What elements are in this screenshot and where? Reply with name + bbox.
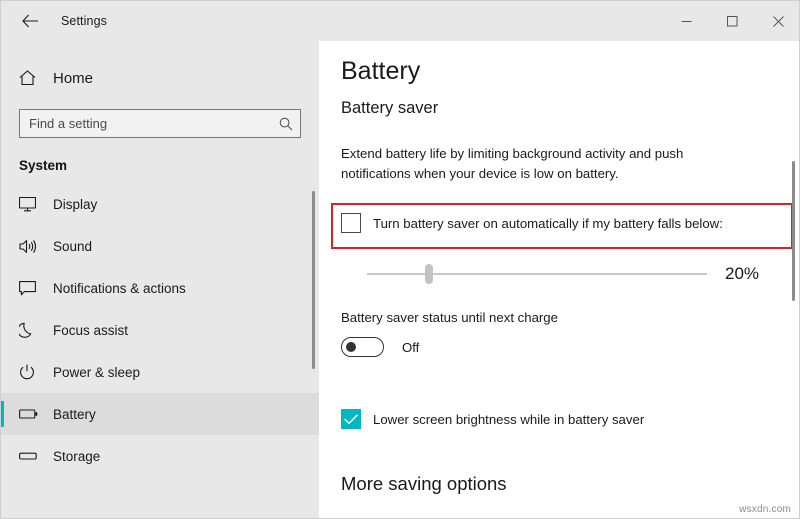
home-icon [19,70,45,86]
sidebar-section-title: System [19,158,319,173]
sidebar-nav-list: Display Sound [1,183,319,477]
auto-battery-saver-checkbox-row[interactable]: Turn battery saver on automatically if m… [341,213,723,233]
lower-brightness-checkbox-row[interactable]: Lower screen brightness while in battery… [341,409,644,429]
battery-saver-toggle[interactable] [341,337,384,357]
moon-icon [19,322,43,338]
sidebar-item-sound[interactable]: Sound [1,225,319,267]
sidebar-item-focus-assist-label: Focus assist [53,323,128,338]
slider-value-label: 20% [725,264,759,284]
sidebar-item-storage-label: Storage [53,449,100,464]
back-arrow-icon [22,14,39,28]
page-title: Battery [341,57,420,86]
settings-window: Settings [0,0,800,519]
sidebar-item-home[interactable]: Home [1,61,319,95]
watermark: wsxdn.com [739,504,791,515]
maximize-button[interactable] [709,1,755,41]
main-content: Battery Battery saver Extend battery lif… [319,41,800,519]
sidebar-item-focus-assist[interactable]: Focus assist [1,309,319,351]
auto-battery-saver-label: Turn battery saver on automatically if m… [373,216,723,231]
sidebar: Home System Display [1,41,319,519]
checkmark-icon [344,414,358,425]
slider-thumb[interactable] [425,264,433,284]
minimize-button[interactable] [663,1,709,41]
speaker-icon [19,239,43,254]
minimize-icon [681,16,692,27]
battery-threshold-slider[interactable] [367,259,707,289]
sidebar-item-display[interactable]: Display [1,183,319,225]
sidebar-item-battery-label: Battery [53,407,96,422]
battery-saver-toggle-state: Off [402,340,419,355]
sidebar-scrollbar[interactable] [312,191,315,369]
app-title: Settings [61,14,107,28]
sidebar-item-display-label: Display [53,197,97,212]
slider-rail [367,273,707,275]
sidebar-item-notifications[interactable]: Notifications & actions [1,267,319,309]
monitor-icon [19,197,43,212]
power-icon [19,364,43,380]
chat-bubble-icon [19,281,43,296]
search-box[interactable] [19,109,301,138]
storage-icon [19,450,43,462]
battery-saver-status-label: Battery saver status until next charge [341,310,558,325]
sidebar-item-storage[interactable]: Storage [1,435,319,477]
auto-battery-saver-checkbox[interactable] [341,213,361,233]
group-title: Battery saver [341,99,438,118]
main-scrollbar[interactable] [792,161,795,301]
lower-brightness-checkbox[interactable] [341,409,361,429]
toggle-knob [346,342,356,352]
close-icon [773,16,784,27]
close-button[interactable] [755,1,800,41]
sidebar-item-battery[interactable]: Battery [1,393,319,435]
sidebar-item-power-sleep-label: Power & sleep [53,365,140,380]
sidebar-item-sound-label: Sound [53,239,92,254]
battery-icon [19,408,43,420]
sidebar-item-home-label: Home [53,70,93,87]
battery-saver-toggle-row: Off [341,337,419,357]
sidebar-item-power-sleep[interactable]: Power & sleep [1,351,319,393]
search-icon[interactable] [272,110,300,137]
maximize-icon [727,16,738,27]
lower-brightness-label: Lower screen brightness while in battery… [373,412,644,427]
sidebar-item-notifications-label: Notifications & actions [53,281,186,296]
window-controls [663,1,800,41]
more-saving-options-title: More saving options [341,473,507,495]
search-input[interactable] [20,110,272,137]
title-bar: Settings [1,1,800,41]
battery-threshold-slider-row: 20% [367,259,779,289]
back-button[interactable] [7,5,53,37]
description-text: Extend battery life by limiting backgrou… [341,144,745,184]
